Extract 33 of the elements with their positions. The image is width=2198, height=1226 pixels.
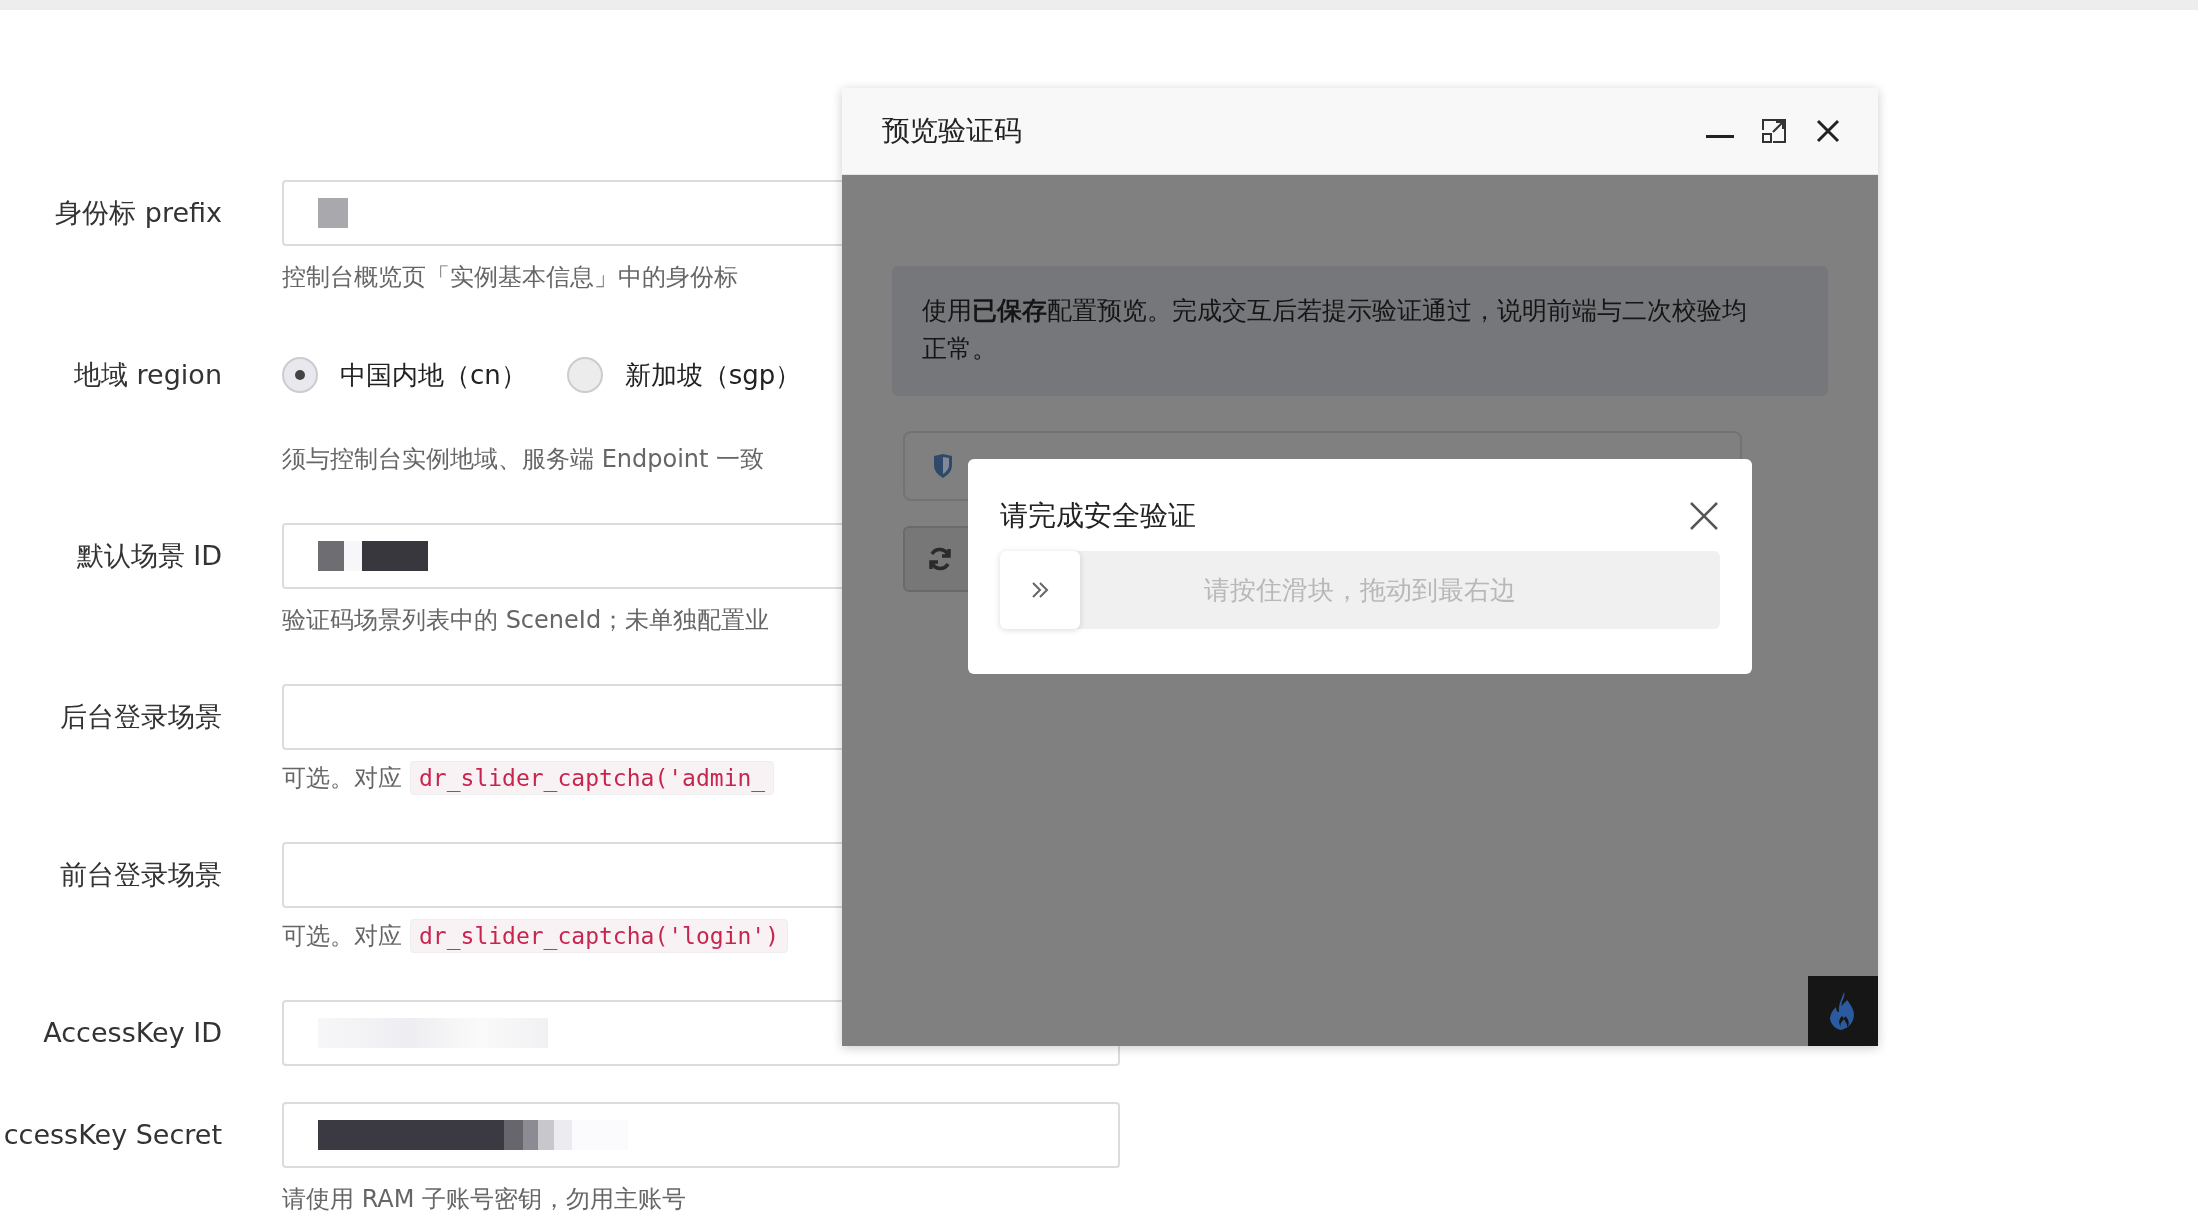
radio-label: 中国内地（cn） <box>340 358 527 392</box>
radio-option[interactable]: 中国内地（cn） <box>282 357 527 393</box>
field-hint: 请使用 RAM 子账号密钥，勿用主账号 <box>282 1184 687 1215</box>
input-field[interactable] <box>282 1102 1120 1168</box>
flame-icon <box>1830 992 1856 1030</box>
radio-option[interactable]: 新加坡（sgp） <box>566 357 802 393</box>
double-chevron-icon <box>1031 581 1049 599</box>
close-icon[interactable] <box>1688 500 1720 532</box>
radio-label: 新加坡（sgp） <box>624 358 802 392</box>
field-hint: 可选。对应 <box>282 921 402 952</box>
field-label: AccessKey ID <box>42 1016 222 1050</box>
field-hint: 控制台概览页「实例基本信息」中的身份标 <box>282 262 738 293</box>
slider-text: 请按住滑块，拖动到最右边 <box>1204 573 1516 607</box>
field-hint: 须与控制台实例地域、服务端 Endpoint 一致 <box>282 444 765 475</box>
field-label: 后台登录场景 <box>59 700 222 734</box>
field-hint: 可选。对应 <box>282 763 402 794</box>
field-label: 地域 region <box>73 358 222 392</box>
captcha-title: 请完成安全验证 <box>1000 498 1196 534</box>
field-label: ccessKey Secret <box>2 1118 222 1152</box>
dialog-title: 预览验证码 <box>882 113 1023 149</box>
notice-text: 使用已保存配置预览。完成交互后若提示验证通过，说明前端与二次校验均正常。 <box>922 296 1747 363</box>
code-snippet: dr_slider_captcha('login') <box>410 919 789 953</box>
radio-button[interactable] <box>282 357 318 393</box>
floating-badge[interactable] <box>1808 976 1878 1046</box>
shield-icon <box>933 454 953 478</box>
refresh-icon <box>927 546 953 572</box>
radio-button[interactable] <box>566 357 603 393</box>
field-hint: 验证码场景列表中的 SceneId；未单独配置业 <box>282 605 770 636</box>
field-label: 身份标 prefix <box>54 196 222 230</box>
field-label: 前台登录场景 <box>59 858 222 892</box>
code-snippet: dr_slider_captcha('admin_ <box>410 761 775 795</box>
slider-handle[interactable] <box>1000 551 1080 629</box>
field-label: 默认场景 ID <box>75 539 222 573</box>
